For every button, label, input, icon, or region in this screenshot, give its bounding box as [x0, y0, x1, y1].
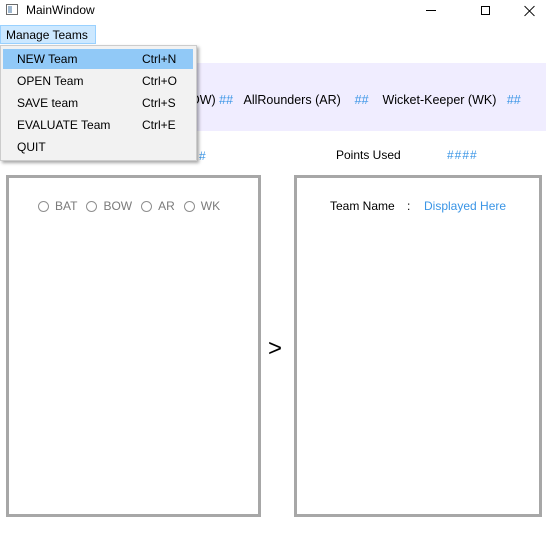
team-name-colon: :: [407, 199, 411, 213]
window-title: MainWindow: [26, 3, 95, 17]
close-icon: [524, 5, 536, 17]
radio-bat-label: BAT: [55, 199, 78, 213]
minimize-button[interactable]: [408, 0, 454, 21]
menu-item-label: EVALUATE Team: [17, 118, 111, 132]
points-used-value: ####: [447, 148, 478, 162]
radio-ar[interactable]: AR: [141, 199, 175, 213]
maximize-button[interactable]: [462, 0, 508, 21]
app-window-icon: [6, 4, 18, 15]
allrounders-label: AllRounders (AR): [243, 93, 341, 107]
menu-item-label: OPEN Team: [17, 74, 84, 88]
menu-item-label: SAVE team: [17, 96, 79, 110]
menu-item-shortcut: Ctrl+E: [142, 118, 176, 132]
menu-item-quit[interactable]: QUIT: [3, 137, 193, 157]
title-bar: MainWindow: [0, 0, 546, 21]
radio-ar-label: AR: [158, 199, 175, 213]
menu-item-label: NEW Team: [17, 52, 78, 66]
team-name-label: Team Name: [330, 199, 395, 213]
wicketkeeper-label: Wicket-Keeper (WK): [382, 93, 497, 107]
team-composition-text: OW) ## AllRounders (AR) ## Wicket-Keeper…: [190, 93, 521, 107]
allrounders-count: ##: [354, 93, 369, 107]
menu-item-shortcut: Ctrl+O: [142, 74, 178, 88]
wicketkeeper-count: ##: [506, 93, 521, 107]
points-used-label: Points Used: [336, 148, 401, 162]
points-available-value: #: [199, 149, 206, 163]
radio-circle-icon: [38, 200, 49, 212]
bowlers-count: ##: [219, 93, 234, 107]
menu-item-shortcut: Ctrl+S: [142, 96, 176, 110]
transfer-arrow-button[interactable]: >: [268, 335, 282, 363]
radio-bow-label: BOW: [103, 199, 133, 213]
radio-wk[interactable]: WK: [183, 199, 221, 213]
selected-team-list[interactable]: [294, 175, 542, 517]
manage-teams-dropdown: NEW Team Ctrl+N OPEN Team Ctrl+O SAVE te…: [0, 45, 197, 161]
close-button[interactable]: [507, 0, 546, 21]
minimize-icon: [426, 10, 436, 11]
menu-manage-teams[interactable]: Manage Teams: [0, 25, 96, 44]
menu-item-save-team[interactable]: SAVE team Ctrl+S: [3, 93, 193, 113]
menu-item-evaluate-team[interactable]: EVALUATE Team Ctrl+E: [3, 115, 193, 135]
team-name-value: Displayed Here: [424, 199, 507, 213]
maximize-icon: [480, 6, 490, 15]
radio-bow[interactable]: BOW: [86, 199, 132, 213]
role-filter-group: BAT BOW AR WK: [38, 199, 229, 213]
radio-circle-icon: [141, 200, 153, 212]
radio-wk-label: WK: [200, 199, 221, 213]
menu-item-new-team[interactable]: NEW Team Ctrl+N: [3, 49, 193, 69]
radio-bat[interactable]: BAT: [38, 199, 77, 213]
menu-item-open-team[interactable]: OPEN Team Ctrl+O: [3, 71, 193, 91]
radio-circle-icon: [86, 200, 98, 212]
available-players-list[interactable]: [6, 175, 261, 517]
menu-bar: Manage Teams: [0, 25, 546, 45]
menu-item-shortcut: Ctrl+N: [142, 52, 177, 66]
menu-item-label: QUIT: [17, 140, 46, 154]
radio-circle-icon: [183, 200, 195, 212]
